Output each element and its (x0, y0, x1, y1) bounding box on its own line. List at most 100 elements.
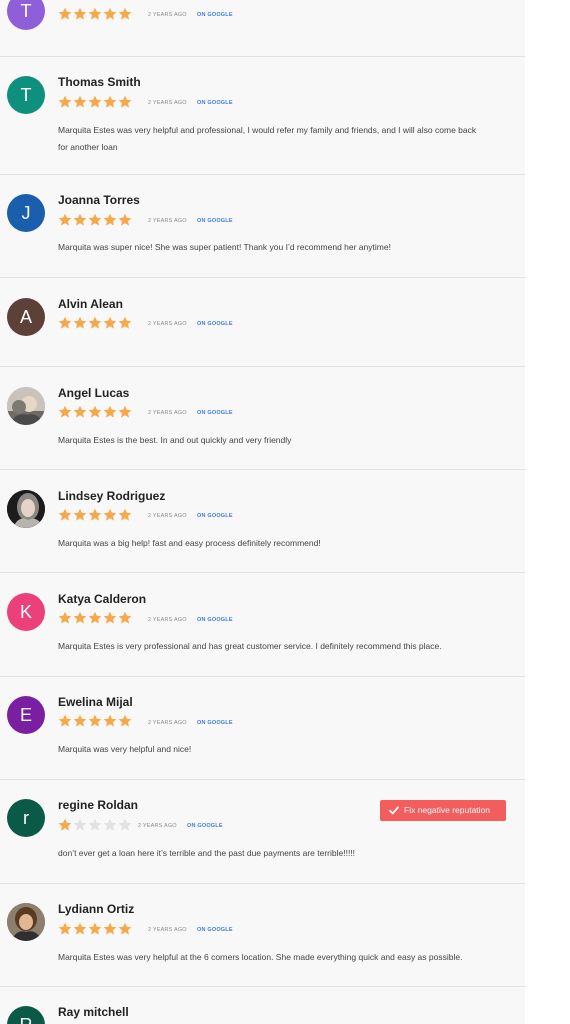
review-source-link[interactable]: ON GOOGLE (197, 410, 233, 416)
person-photo-icon (7, 387, 45, 425)
rating-stars (58, 922, 132, 936)
rating-stars (58, 213, 132, 227)
star-filled-icon (58, 714, 72, 728)
star-filled-icon (118, 213, 132, 227)
fix-negative-reputation-button[interactable]: Fix negative reputation (380, 800, 506, 821)
star-filled-icon (103, 95, 117, 109)
star-filled-icon (118, 714, 132, 728)
rating-stars (58, 508, 132, 522)
review-text: Marquita Estes was very helpful at the 6… (58, 952, 463, 962)
star-filled-icon (88, 714, 102, 728)
review-time: 2 YEARS AGO (148, 218, 187, 224)
review-source-link[interactable]: ON GOOGLE (197, 218, 233, 224)
star-empty-icon (73, 818, 87, 832)
reviews-list: T 2 YEARS AGO ON GOOGLE T Thomas Smith 2… (0, 0, 525, 1024)
star-filled-icon (73, 213, 87, 227)
reviewer-name: Alvin Alean (58, 297, 123, 311)
avatar: J (7, 194, 45, 232)
avatar: E (7, 696, 45, 734)
reviewer-name: Ray mitchell (58, 1005, 129, 1019)
review-time: 2 YEARS AGO (148, 513, 187, 519)
review-card: T 2 YEARS AGO ON GOOGLE (0, 0, 525, 57)
star-filled-icon (118, 7, 132, 21)
review-card: A Alvin Alean 2 YEARS AGO ON GOOGLE (0, 278, 525, 367)
review-source-link[interactable]: ON GOOGLE (197, 513, 233, 519)
person-photo-icon (7, 490, 45, 528)
rating-stars (58, 316, 132, 330)
rating-stars (58, 95, 132, 109)
star-filled-icon (88, 611, 102, 625)
avatar: r (7, 799, 45, 837)
star-filled-icon (73, 508, 87, 522)
reviewer-name: Thomas Smith (58, 75, 141, 89)
review-card: R Ray mitchell (0, 987, 525, 1024)
reviewer-name: Joanna Torres (58, 193, 140, 207)
star-filled-icon (73, 7, 87, 21)
star-filled-icon (73, 405, 87, 419)
star-filled-icon (58, 7, 72, 21)
review-source-link[interactable]: ON GOOGLE (197, 321, 233, 327)
star-filled-icon (88, 922, 102, 936)
review-text: don’t ever get a loan here it’s terrible… (58, 848, 356, 858)
reviewer-name: Katya Calderon (58, 592, 147, 606)
star-filled-icon (103, 405, 117, 419)
star-filled-icon (88, 508, 102, 522)
reviewer-name: Ewelina Mijal (58, 695, 133, 709)
review-source-link[interactable]: ON GOOGLE (197, 12, 233, 18)
review-card: Angel Lucas 2 YEARS AGO ON GOOGLE Marqui… (0, 367, 525, 470)
avatar: A (7, 298, 45, 336)
star-filled-icon (73, 714, 87, 728)
review-card: K Katya Calderon 2 YEARS AGO ON GOOGLE M… (0, 573, 525, 677)
star-filled-icon (73, 316, 87, 330)
review-time: 2 YEARS AGO (148, 321, 187, 327)
review-card: J Joanna Torres 2 YEARS AGO ON GOOGLE Ma… (0, 175, 525, 278)
star-filled-icon (88, 316, 102, 330)
avatar: K (7, 593, 45, 631)
review-card: Lindsey Rodriguez 2 YEARS AGO ON GOOGLE … (0, 470, 525, 573)
star-filled-icon (103, 508, 117, 522)
star-empty-icon (103, 818, 117, 832)
star-filled-icon (58, 405, 72, 419)
person-photo-icon (7, 903, 45, 941)
star-filled-icon (58, 818, 72, 832)
review-text: Marquita was a big help! fast and easy p… (58, 538, 321, 548)
review-time: 2 YEARS AGO (148, 720, 187, 726)
review-source-link[interactable]: ON GOOGLE (197, 617, 233, 623)
review-text: Marquita Estes is very professional and … (58, 641, 442, 651)
rating-stars (58, 611, 132, 625)
star-filled-icon (58, 95, 72, 109)
review-card: T Thomas Smith 2 YEARS AGO ON GOOGLE Mar… (0, 57, 525, 175)
review-time: 2 YEARS AGO (148, 927, 187, 933)
star-filled-icon (73, 922, 87, 936)
review-time: 2 YEARS AGO (138, 823, 177, 829)
star-filled-icon (103, 714, 117, 728)
review-card: E Ewelina Mijal 2 YEARS AGO ON GOOGLE Ma… (0, 677, 525, 780)
review-source-link[interactable]: ON GOOGLE (187, 823, 223, 829)
reviewer-name: Angel Lucas (58, 386, 130, 400)
rating-stars (58, 714, 132, 728)
reviewer-name: Lydiann Ortiz (58, 902, 135, 916)
star-filled-icon (118, 316, 132, 330)
star-filled-icon (118, 508, 132, 522)
avatar (7, 387, 45, 425)
star-filled-icon (58, 611, 72, 625)
star-filled-icon (73, 95, 87, 109)
star-filled-icon (118, 611, 132, 625)
review-source-link[interactable]: ON GOOGLE (197, 927, 233, 933)
reviewer-name: regine Roldan (58, 798, 139, 812)
reviewer-name: Lindsey Rodriguez (58, 489, 166, 503)
star-filled-icon (118, 95, 132, 109)
rating-stars (58, 405, 132, 419)
star-filled-icon (103, 213, 117, 227)
avatar (7, 903, 45, 941)
rating-stars (58, 818, 132, 832)
review-text: Marquita was super nice! She was super p… (58, 242, 391, 252)
star-filled-icon (88, 213, 102, 227)
star-filled-icon (58, 316, 72, 330)
check-icon (389, 806, 399, 815)
star-filled-icon (88, 95, 102, 109)
star-filled-icon (103, 316, 117, 330)
review-source-link[interactable]: ON GOOGLE (197, 100, 233, 106)
review-source-link[interactable]: ON GOOGLE (197, 720, 233, 726)
review-time: 2 YEARS AGO (148, 100, 187, 106)
